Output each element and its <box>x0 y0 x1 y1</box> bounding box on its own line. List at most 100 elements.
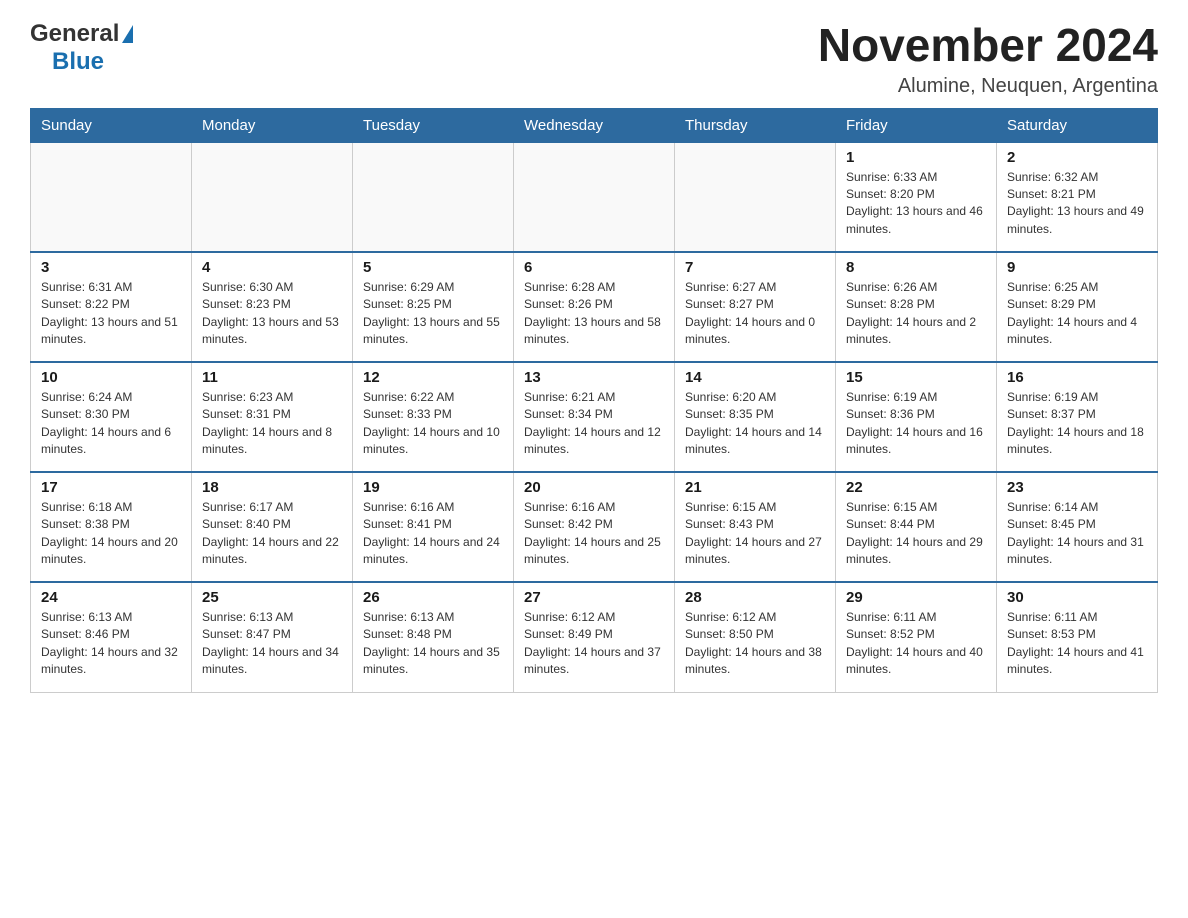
calendar-week-row: 10 Sunrise: 6:24 AM Sunset: 8:30 PM Dayli… <box>31 362 1158 472</box>
day-number: 5 <box>363 259 503 276</box>
day-info: Sunrise: 6:16 AM Sunset: 8:41 PM Dayligh… <box>363 499 503 569</box>
column-header-friday: Friday <box>836 108 997 142</box>
day-info: Sunrise: 6:31 AM Sunset: 8:22 PM Dayligh… <box>41 279 181 349</box>
day-number: 27 <box>524 589 664 606</box>
column-header-thursday: Thursday <box>675 108 836 142</box>
calendar-week-row: 1 Sunrise: 6:33 AM Sunset: 8:20 PM Daylig… <box>31 142 1158 252</box>
calendar-header-row: SundayMondayTuesdayWednesdayThursdayFrid… <box>31 108 1158 142</box>
day-number: 9 <box>1007 259 1147 276</box>
day-number: 7 <box>685 259 825 276</box>
day-info: Sunrise: 6:15 AM Sunset: 8:44 PM Dayligh… <box>846 499 986 569</box>
day-number: 25 <box>202 589 342 606</box>
day-info: Sunrise: 6:30 AM Sunset: 8:23 PM Dayligh… <box>202 279 342 349</box>
day-number: 6 <box>524 259 664 276</box>
day-number: 19 <box>363 479 503 496</box>
calendar-cell: 2 Sunrise: 6:32 AM Sunset: 8:21 PM Daylig… <box>997 142 1158 252</box>
day-info: Sunrise: 6:33 AM Sunset: 8:20 PM Dayligh… <box>846 169 986 239</box>
calendar-cell: 9 Sunrise: 6:25 AM Sunset: 8:29 PM Daylig… <box>997 252 1158 362</box>
day-number: 10 <box>41 369 181 386</box>
day-info: Sunrise: 6:11 AM Sunset: 8:53 PM Dayligh… <box>1007 609 1147 679</box>
calendar-cell: 18 Sunrise: 6:17 AM Sunset: 8:40 PM Dayli… <box>192 472 353 582</box>
day-number: 11 <box>202 369 342 386</box>
day-number: 28 <box>685 589 825 606</box>
day-info: Sunrise: 6:27 AM Sunset: 8:27 PM Dayligh… <box>685 279 825 349</box>
day-info: Sunrise: 6:23 AM Sunset: 8:31 PM Dayligh… <box>202 389 342 459</box>
calendar-cell: 15 Sunrise: 6:19 AM Sunset: 8:36 PM Dayli… <box>836 362 997 472</box>
day-number: 16 <box>1007 369 1147 386</box>
day-info: Sunrise: 6:14 AM Sunset: 8:45 PM Dayligh… <box>1007 499 1147 569</box>
day-number: 26 <box>363 589 503 606</box>
day-info: Sunrise: 6:18 AM Sunset: 8:38 PM Dayligh… <box>41 499 181 569</box>
day-info: Sunrise: 6:29 AM Sunset: 8:25 PM Dayligh… <box>363 279 503 349</box>
calendar-cell: 22 Sunrise: 6:15 AM Sunset: 8:44 PM Dayli… <box>836 472 997 582</box>
day-info: Sunrise: 6:19 AM Sunset: 8:37 PM Dayligh… <box>1007 389 1147 459</box>
day-info: Sunrise: 6:22 AM Sunset: 8:33 PM Dayligh… <box>363 389 503 459</box>
day-info: Sunrise: 6:21 AM Sunset: 8:34 PM Dayligh… <box>524 389 664 459</box>
day-number: 1 <box>846 149 986 166</box>
day-info: Sunrise: 6:16 AM Sunset: 8:42 PM Dayligh… <box>524 499 664 569</box>
location-subtitle: Alumine, Neuquen, Argentina <box>818 75 1158 98</box>
day-info: Sunrise: 6:11 AM Sunset: 8:52 PM Dayligh… <box>846 609 986 679</box>
calendar-cell: 24Sunrise: 6:13 AM Sunset: 8:46 PM Dayli… <box>31 582 192 692</box>
calendar-cell: 23Sunrise: 6:14 AM Sunset: 8:45 PM Dayli… <box>997 472 1158 582</box>
calendar-cell: 14 Sunrise: 6:20 AM Sunset: 8:35 PM Dayli… <box>675 362 836 472</box>
calendar-cell <box>31 142 192 252</box>
calendar-cell: 5 Sunrise: 6:29 AM Sunset: 8:25 PM Daylig… <box>353 252 514 362</box>
day-info: Sunrise: 6:19 AM Sunset: 8:36 PM Dayligh… <box>846 389 986 459</box>
calendar-cell: 26 Sunrise: 6:13 AM Sunset: 8:48 PM Dayli… <box>353 582 514 692</box>
calendar-cell: 12 Sunrise: 6:22 AM Sunset: 8:33 PM Dayli… <box>353 362 514 472</box>
day-number: 3 <box>41 259 181 276</box>
day-number: 18 <box>202 479 342 496</box>
calendar-cell: 19 Sunrise: 6:16 AM Sunset: 8:41 PM Dayli… <box>353 472 514 582</box>
day-number: 22 <box>846 479 986 496</box>
day-info: Sunrise: 6:32 AM Sunset: 8:21 PM Dayligh… <box>1007 169 1147 239</box>
day-info: Sunrise: 6:20 AM Sunset: 8:35 PM Dayligh… <box>685 389 825 459</box>
logo-triangle <box>122 25 133 43</box>
calendar-cell: 13 Sunrise: 6:21 AM Sunset: 8:34 PM Dayli… <box>514 362 675 472</box>
column-header-tuesday: Tuesday <box>353 108 514 142</box>
calendar-cell <box>514 142 675 252</box>
day-info: Sunrise: 6:13 AM Sunset: 8:48 PM Dayligh… <box>363 609 503 679</box>
day-number: 14 <box>685 369 825 386</box>
day-info: Sunrise: 6:25 AM Sunset: 8:29 PM Dayligh… <box>1007 279 1147 349</box>
day-info: Sunrise: 6:24 AM Sunset: 8:30 PM Dayligh… <box>41 389 181 459</box>
calendar-cell: 27Sunrise: 6:12 AM Sunset: 8:49 PM Dayli… <box>514 582 675 692</box>
calendar-cell: 4Sunrise: 6:30 AM Sunset: 8:23 PM Daylig… <box>192 252 353 362</box>
day-number: 12 <box>363 369 503 386</box>
day-number: 29 <box>846 589 986 606</box>
page-header: General Blue November 2024 Alumine, Neuq… <box>30 20 1158 98</box>
calendar-cell: 20 Sunrise: 6:16 AM Sunset: 8:42 PM Dayli… <box>514 472 675 582</box>
calendar-cell: 6 Sunrise: 6:28 AM Sunset: 8:26 PM Daylig… <box>514 252 675 362</box>
calendar-cell <box>353 142 514 252</box>
day-number: 30 <box>1007 589 1147 606</box>
calendar-cell: 17Sunrise: 6:18 AM Sunset: 8:38 PM Dayli… <box>31 472 192 582</box>
logo-general-text: General <box>30 20 119 48</box>
column-header-monday: Monday <box>192 108 353 142</box>
day-number: 2 <box>1007 149 1147 166</box>
calendar-cell <box>192 142 353 252</box>
calendar-cell <box>675 142 836 252</box>
day-number: 15 <box>846 369 986 386</box>
calendar-cell: 1 Sunrise: 6:33 AM Sunset: 8:20 PM Daylig… <box>836 142 997 252</box>
calendar-week-row: 24Sunrise: 6:13 AM Sunset: 8:46 PM Dayli… <box>31 582 1158 692</box>
month-title: November 2024 <box>818 20 1158 71</box>
title-block: November 2024 Alumine, Neuquen, Argentin… <box>818 20 1158 98</box>
day-number: 13 <box>524 369 664 386</box>
day-number: 21 <box>685 479 825 496</box>
day-info: Sunrise: 6:28 AM Sunset: 8:26 PM Dayligh… <box>524 279 664 349</box>
day-info: Sunrise: 6:15 AM Sunset: 8:43 PM Dayligh… <box>685 499 825 569</box>
column-header-saturday: Saturday <box>997 108 1158 142</box>
calendar-cell: 10 Sunrise: 6:24 AM Sunset: 8:30 PM Dayli… <box>31 362 192 472</box>
calendar-cell: 21 Sunrise: 6:15 AM Sunset: 8:43 PM Dayli… <box>675 472 836 582</box>
column-header-sunday: Sunday <box>31 108 192 142</box>
calendar-cell: 3 Sunrise: 6:31 AM Sunset: 8:22 PM Daylig… <box>31 252 192 362</box>
calendar-cell: 11 Sunrise: 6:23 AM Sunset: 8:31 PM Dayli… <box>192 362 353 472</box>
day-info: Sunrise: 6:17 AM Sunset: 8:40 PM Dayligh… <box>202 499 342 569</box>
calendar-cell: 25Sunrise: 6:13 AM Sunset: 8:47 PM Dayli… <box>192 582 353 692</box>
logo: General Blue <box>30 20 133 76</box>
calendar-table: SundayMondayTuesdayWednesdayThursdayFrid… <box>30 108 1158 693</box>
calendar-cell: 8Sunrise: 6:26 AM Sunset: 8:28 PM Daylig… <box>836 252 997 362</box>
day-number: 20 <box>524 479 664 496</box>
calendar-week-row: 3 Sunrise: 6:31 AM Sunset: 8:22 PM Daylig… <box>31 252 1158 362</box>
calendar-cell: 28Sunrise: 6:12 AM Sunset: 8:50 PM Dayli… <box>675 582 836 692</box>
